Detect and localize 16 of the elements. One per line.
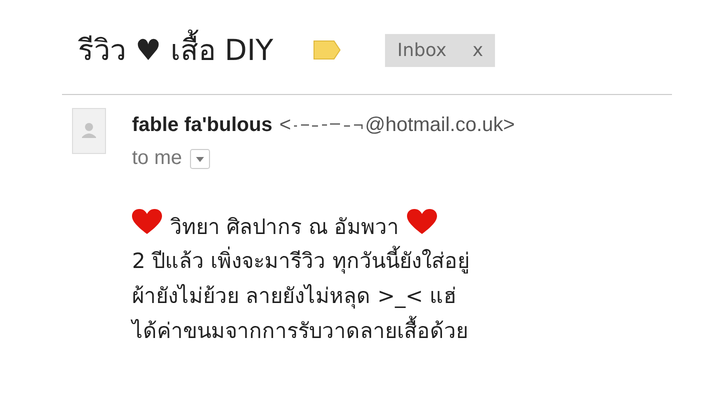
sender-email: @hotmail.co.uk> (365, 114, 515, 137)
email-bracket: < (279, 114, 292, 137)
email-subject: รีวิว ♥ เสื้อ DIY (78, 27, 274, 73)
redaction-mark-icon (292, 120, 364, 130)
heart-icon (407, 209, 438, 235)
label-text: Inbox (397, 40, 447, 60)
body-text-line: ได้ค่าขนมจากการรับวาดลายเสื้อด้วย (132, 314, 720, 349)
recipient-text: to me (132, 147, 182, 170)
remove-label-button[interactable]: x (472, 40, 484, 60)
dropdown-icon[interactable] (190, 148, 210, 168)
avatar-icon (72, 108, 106, 154)
body-heading: วิทยา ศิลปากร ณ อัมพวา (170, 214, 400, 240)
body-text-line: ผ้ายังไม่ย้วย ลายยังไม่หลุด >_< แฮ่ (132, 283, 458, 311)
sender-name: fable fa'bulous (132, 114, 272, 137)
body-text-line: 2 ปีแล้ว เพิ่งจะมารีวิว ทุกวันนี้ยังใส่อยู่ (132, 244, 720, 279)
heart-icon (132, 209, 162, 235)
